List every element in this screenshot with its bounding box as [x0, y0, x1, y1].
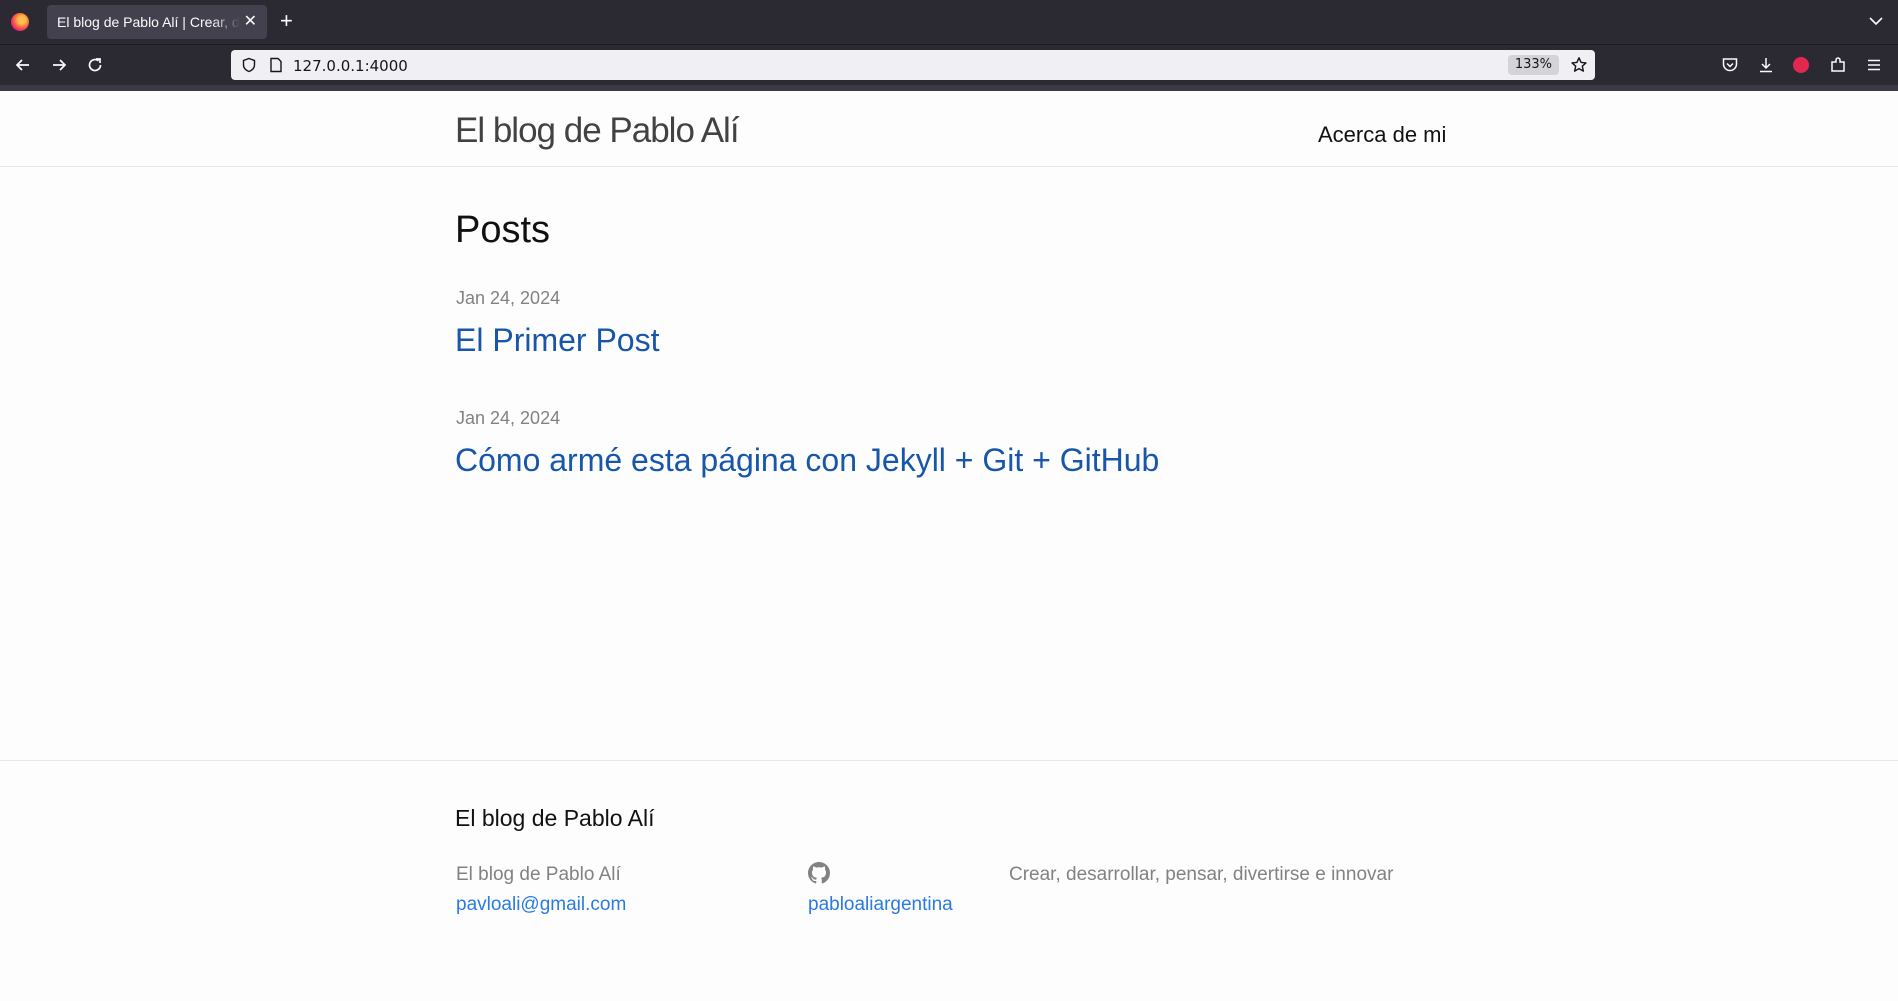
downloads-icon[interactable]: [1757, 56, 1775, 74]
post-date: Jan 24, 2024: [456, 288, 561, 308]
url-text[interactable]: 127.0.0.1:4000: [293, 57, 408, 75]
extension-addon-icon[interactable]: [1793, 57, 1809, 73]
post-date: Jan 24, 2024: [456, 408, 561, 428]
site-footer: El blog de Pablo Alí El blog de Pablo Al…: [0, 761, 1898, 1001]
list-tabs-icon[interactable]: [1868, 13, 1884, 29]
back-arrow-icon[interactable]: [14, 56, 32, 74]
extensions-puzzle-icon[interactable]: [1829, 56, 1847, 74]
footer-email-link[interactable]: pavloali@gmail.com: [456, 894, 626, 916]
firefox-logo-icon: [11, 13, 29, 31]
footer-description: Crear, desarrollar, pensar, divertirse e…: [1009, 864, 1394, 885]
browser-tab-bar: El blog de Pablo Alí | Crear, desarrolla…: [0, 0, 1898, 44]
url-bar[interactable]: 127.0.0.1:4000 133%: [231, 50, 1595, 80]
close-tab-icon[interactable]: ✕: [244, 14, 257, 30]
site-title-link[interactable]: El blog de Pablo Alí: [455, 111, 740, 151]
pocket-icon[interactable]: [1721, 56, 1739, 74]
footer-site-name: El blog de Pablo Alí: [456, 864, 621, 885]
site-header: El blog de Pablo Alí Acerca de mi: [0, 91, 1898, 167]
github-icon[interactable]: [808, 862, 830, 884]
nav-link-about[interactable]: Acerca de mi: [1318, 122, 1446, 148]
bookmark-star-icon[interactable]: [1570, 56, 1588, 74]
page-info-icon[interactable]: [269, 57, 283, 73]
posts-heading: Posts: [455, 209, 551, 251]
browser-toolbar: 127.0.0.1:4000 133%: [0, 44, 1898, 85]
main-content: Posts Jan 24, 2024 El Primer Post Jan 24…: [0, 167, 1898, 761]
browser-tab-active[interactable]: El blog de Pablo Alí | Crear, desarrolla…: [47, 5, 267, 39]
app-menu-icon[interactable]: [1865, 56, 1883, 74]
tracking-protection-shield-icon[interactable]: [241, 57, 257, 73]
footer-heading: El blog de Pablo Alí: [455, 805, 655, 831]
post-link[interactable]: Cómo armé esta página con Jekyll + Git +…: [455, 442, 1159, 479]
reload-icon[interactable]: [86, 56, 104, 74]
forward-arrow-icon[interactable]: [50, 56, 68, 74]
zoom-level-badge[interactable]: 133%: [1507, 55, 1559, 75]
tab-title: El blog de Pablo Alí | Crear, desarrolla…: [57, 14, 240, 30]
footer-github-link[interactable]: pabloaliargentina: [808, 894, 953, 916]
new-tab-button[interactable]: +: [280, 9, 293, 33]
post-link[interactable]: El Primer Post: [455, 322, 659, 359]
